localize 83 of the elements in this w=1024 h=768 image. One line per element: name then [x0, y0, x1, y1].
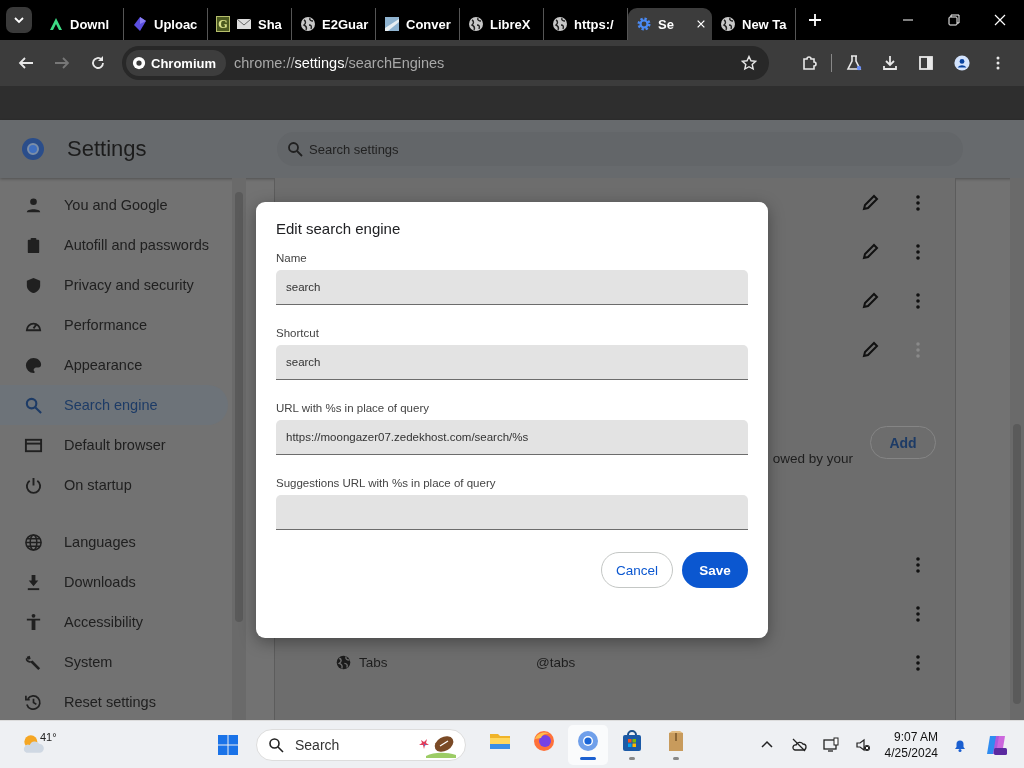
tab-title: Se — [658, 16, 674, 32]
tab-title: Downl — [70, 16, 109, 32]
save-button[interactable]: Save — [682, 552, 748, 588]
restore-icon[interactable] — [948, 14, 960, 26]
engine-name: Tabs — [359, 655, 389, 670]
store-icon — [620, 729, 644, 753]
tab-title: Sha — [258, 16, 282, 32]
download-icon[interactable] — [882, 55, 898, 71]
search-icon — [268, 736, 284, 753]
tab-title: https:/ — [574, 16, 614, 32]
dialog-title: Edit search engine — [276, 220, 402, 239]
search-icon — [287, 141, 303, 157]
input-field[interactable]: search — [276, 345, 748, 380]
taskbar-app[interactable] — [568, 724, 608, 765]
caret-down-icon — [13, 14, 25, 26]
scrollbar[interactable] — [232, 178, 246, 720]
globe-icon — [300, 16, 316, 32]
taskbar-search-field[interactable]: Search — [256, 728, 466, 761]
close-icon[interactable] — [696, 19, 706, 29]
shield-icon — [24, 275, 43, 295]
globe-icon — [335, 654, 352, 671]
puzzle-icon[interactable] — [801, 55, 817, 71]
clock[interactable]: 9:07 AM 4/25/2024 — [884, 728, 938, 761]
description-text: owed by your — [772, 451, 853, 466]
input-field[interactable] — [276, 495, 748, 530]
edit-pencil-icon[interactable] — [860, 339, 880, 360]
close-icon[interactable] — [994, 14, 1006, 26]
new-tab-icon[interactable] — [808, 13, 822, 27]
settings-icon — [636, 16, 652, 32]
chromium-logo-icon — [132, 56, 146, 70]
bookmark-star-icon[interactable] — [741, 55, 757, 71]
globe-icon — [552, 16, 568, 32]
tab-title: New Ta — [742, 16, 787, 32]
mail-icon — [236, 16, 252, 32]
palette-icon — [24, 355, 43, 375]
edit-pencil-icon[interactable] — [860, 290, 880, 311]
input-field[interactable]: search — [276, 270, 748, 305]
field-label: Name — [276, 252, 308, 266]
cancel-button[interactable]: Cancel — [601, 552, 673, 588]
speaker-muted-icon[interactable] — [854, 736, 871, 753]
side-panel-icon[interactable] — [918, 55, 934, 71]
back-icon[interactable] — [18, 55, 34, 71]
globe-icon — [24, 532, 43, 552]
search-icon — [24, 395, 43, 415]
input-field[interactable]: https://moongazer07.zedekhost.com/search/%s — [276, 420, 748, 455]
image-icon — [384, 16, 400, 32]
field-label: Suggestions URL with %s in place of query — [276, 477, 497, 491]
site-chip[interactable]: Chromium — [126, 50, 226, 76]
search-field[interactable]: Search settings — [277, 132, 963, 166]
tab-search-button[interactable] — [6, 7, 32, 33]
cube-icon — [132, 16, 148, 32]
profile-icon[interactable] — [954, 55, 970, 71]
url-text: chrome://settings/searchEngines — [234, 55, 445, 71]
weather-widget[interactable]: 41° — [20, 730, 216, 759]
power-icon — [24, 475, 43, 495]
tab-title: Uploac — [154, 16, 198, 32]
display-icon[interactable] — [822, 736, 839, 753]
chromium-icon — [576, 729, 600, 753]
chromium-logo-icon — [21, 137, 45, 161]
cloud-off-icon[interactable] — [790, 736, 807, 753]
field-label: Shortcut — [276, 327, 320, 341]
scrollbar[interactable] — [1010, 178, 1024, 720]
history-icon — [24, 692, 43, 712]
person-icon — [24, 195, 43, 215]
tab-title: Conver — [406, 16, 451, 32]
edit-pencil-icon[interactable] — [860, 241, 880, 262]
engine-shortcut: @tabs — [536, 655, 576, 670]
address-bar[interactable]: Chromium chrome://settings/searchEngines — [122, 46, 769, 80]
accessibility-icon — [24, 612, 43, 632]
tab-title: E2Guar — [322, 16, 369, 32]
edit-pencil-icon[interactable] — [860, 192, 880, 213]
firefox-icon — [532, 729, 556, 753]
tab-title: LibreX — [490, 16, 531, 32]
browser-tab[interactable]: Se — [628, 8, 712, 40]
reload-icon[interactable] — [90, 55, 106, 71]
letter-icon: G — [216, 16, 230, 32]
globe-icon — [720, 16, 736, 32]
windows-start-icon[interactable] — [216, 732, 240, 757]
field-label: URL with %s in place of query — [276, 402, 430, 416]
arrow-logo-icon — [48, 16, 64, 32]
globe-icon — [468, 16, 484, 32]
flask-icon[interactable] — [846, 55, 862, 71]
page-title: Settings — [67, 136, 148, 162]
